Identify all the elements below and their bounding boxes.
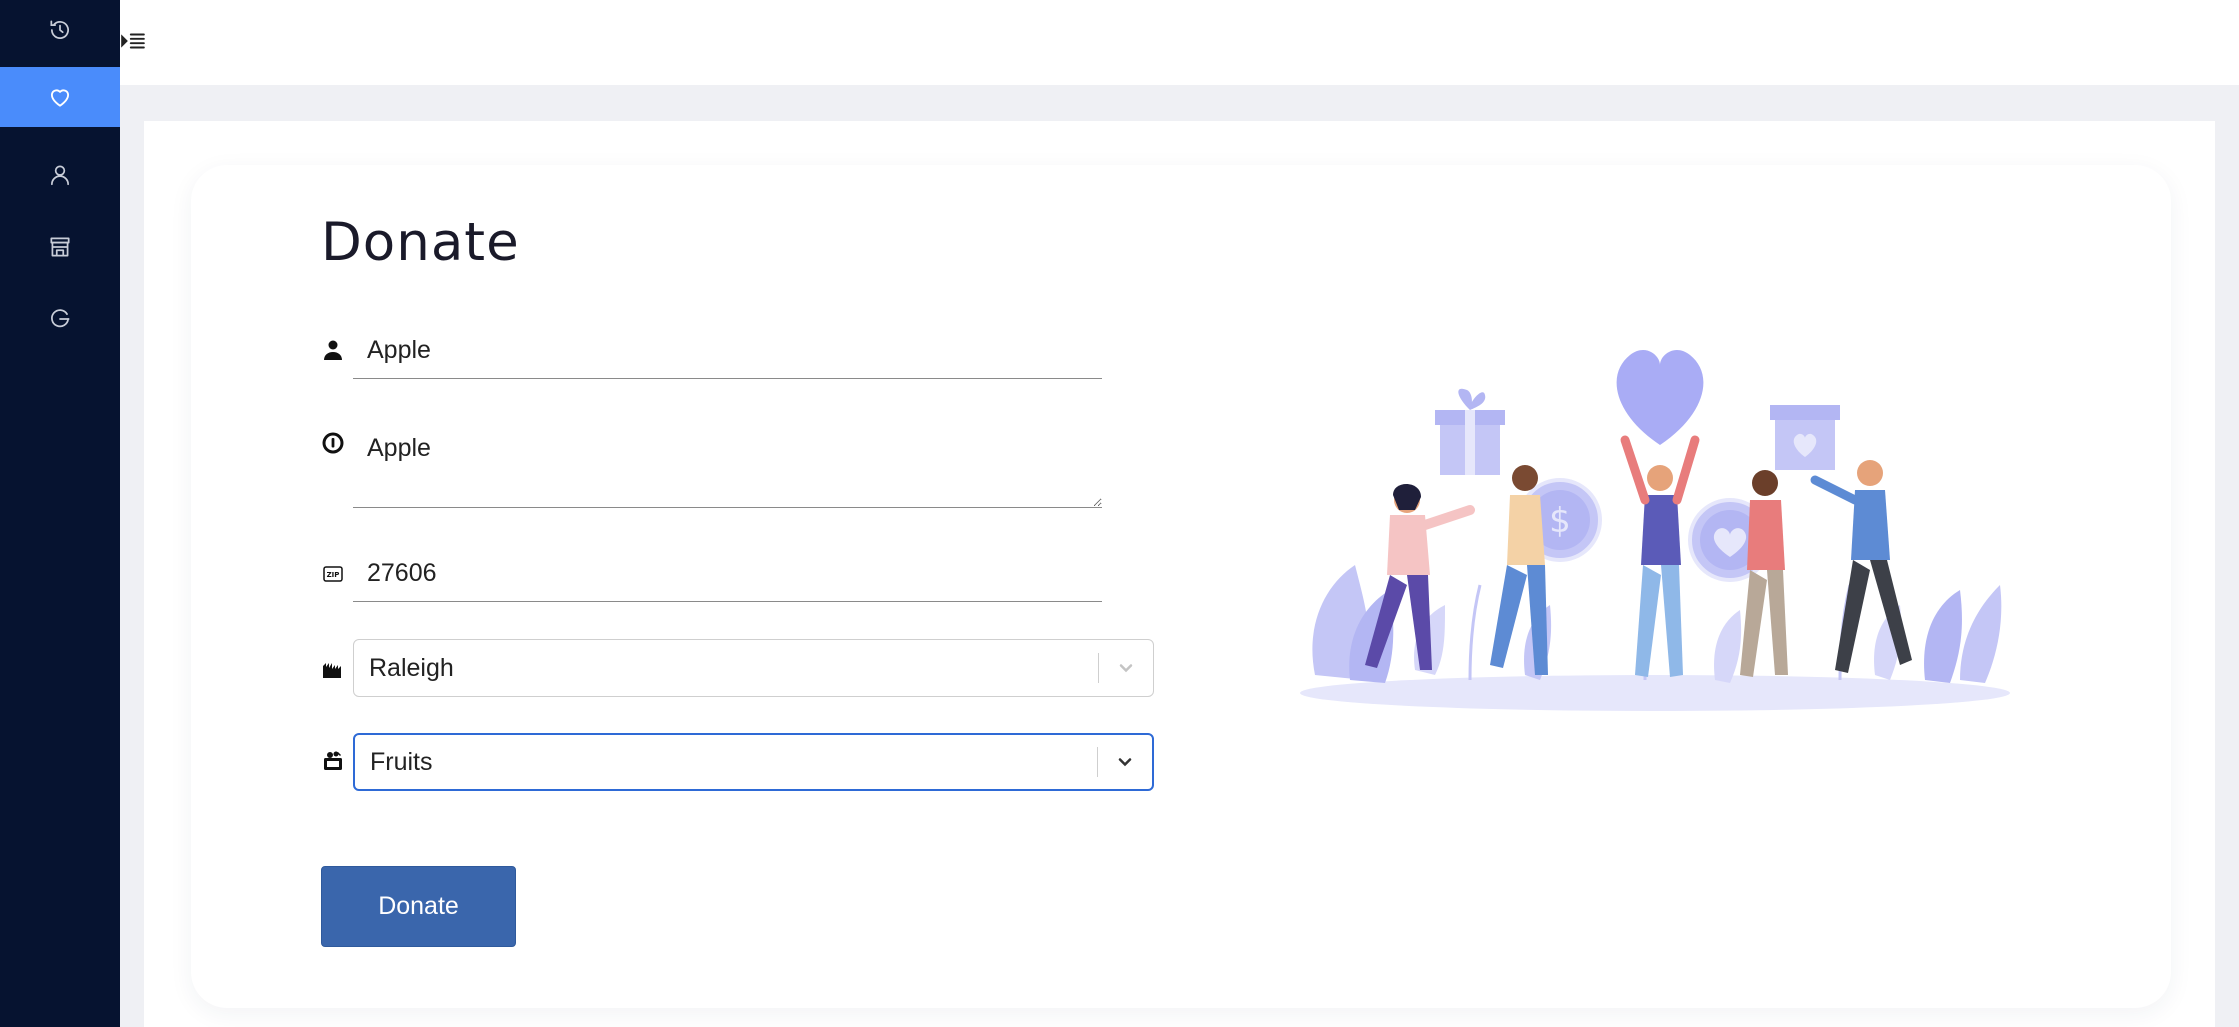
info-icon: [320, 430, 346, 456]
store-icon: [50, 237, 70, 257]
svg-text:ZIP: ZIP: [327, 571, 340, 579]
sidebar-item-history[interactable]: [0, 0, 120, 60]
logout-icon: [51, 309, 70, 328]
food-basket-icon: [320, 748, 346, 774]
sidebar-item-store[interactable]: [0, 217, 120, 277]
city-select[interactable]: Raleigh: [353, 639, 1154, 697]
city-select-value: Raleigh: [369, 653, 454, 682]
category-select[interactable]: Fruits: [353, 733, 1154, 791]
sidebar-item-logout[interactable]: [0, 289, 120, 349]
menu-toggle-icon: [121, 33, 145, 49]
item-name-input[interactable]: [353, 323, 1102, 379]
city-icon: [320, 655, 346, 681]
page-title: Donate: [321, 212, 520, 273]
description-textarea[interactable]: Apple: [353, 424, 1102, 508]
user-icon: [51, 165, 69, 186]
sidebar-item-donate[interactable]: [0, 67, 120, 127]
chevron-down-icon[interactable]: [1099, 640, 1153, 696]
zip-code-input[interactable]: [353, 546, 1102, 602]
donation-illustration: $: [1300, 349, 2010, 711]
donate-button[interactable]: Donate: [321, 866, 516, 947]
chevron-down-icon[interactable]: [1098, 735, 1152, 789]
zip-icon: ZIP: [320, 561, 346, 587]
person-icon: [320, 337, 346, 363]
svg-text:$: $: [1549, 501, 1571, 541]
sidebar-item-profile[interactable]: [0, 145, 120, 205]
sidebar: [0, 0, 120, 1027]
heart-icon: [50, 89, 70, 107]
sidebar-toggle-button[interactable]: [120, 28, 146, 54]
category-select-value: Fruits: [370, 747, 433, 776]
history-icon: [50, 20, 69, 39]
top-bar: [120, 0, 2239, 85]
